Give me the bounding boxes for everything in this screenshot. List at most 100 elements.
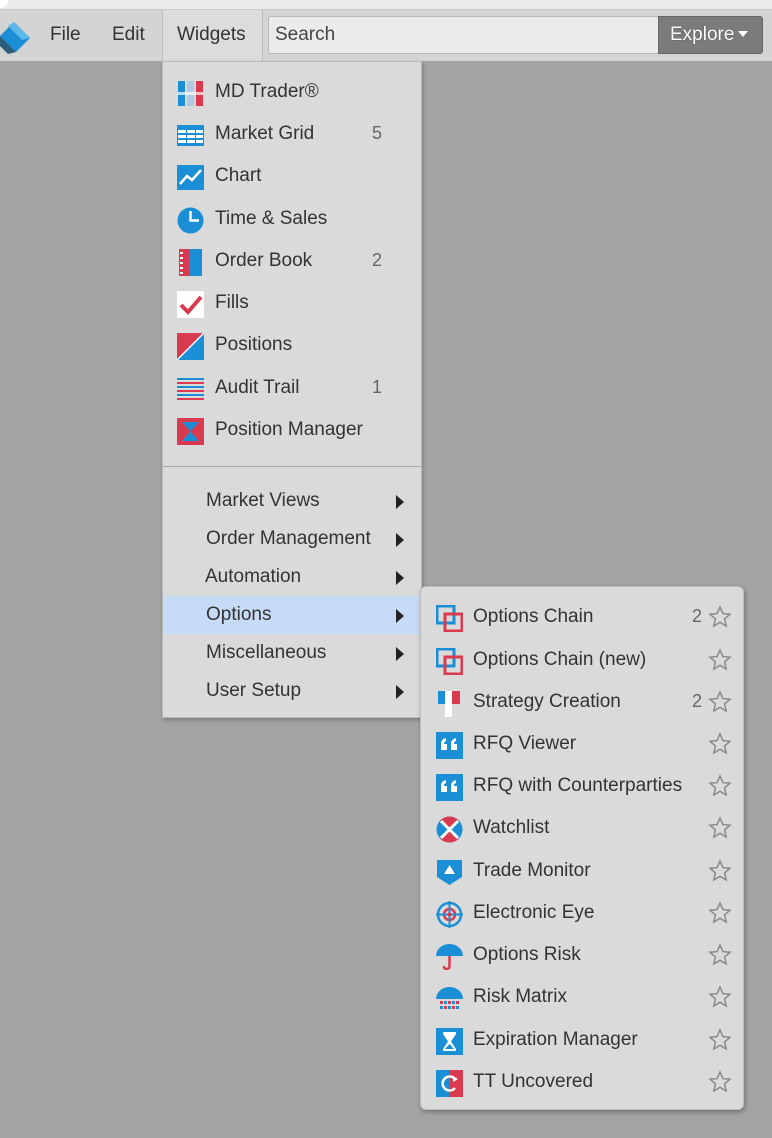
explore-button[interactable]: Explore <box>658 16 763 54</box>
risk-matrix-icon <box>436 987 463 1009</box>
submenu-label: Market Views <box>206 490 320 511</box>
widget-count: 5 <box>371 123 382 143</box>
option-label: Electronic Eye <box>473 902 595 923</box>
options-item-rfq-counterparties[interactable]: RFQ with Counterparties <box>421 766 743 808</box>
time-sales-icon <box>177 207 204 234</box>
explore-label: Explore <box>670 24 735 45</box>
market-grid-icon <box>177 125 204 146</box>
widget-label: Market Grid <box>215 123 315 144</box>
options-item-options-risk[interactable]: Options Risk <box>421 935 743 977</box>
submenu-label: Options <box>206 604 272 625</box>
widget-item-order-book[interactable]: Order Book 2 <box>163 241 421 283</box>
option-count: 2 <box>692 606 703 626</box>
widget-item-md-trader[interactable]: MD Trader® <box>163 72 421 114</box>
options-submenu: Options Chain 2 Options Chain (new) Stra… <box>420 586 744 1110</box>
star-icon[interactable] <box>708 901 732 925</box>
submenu-miscellaneous[interactable]: Miscellaneous <box>163 634 421 672</box>
options-chain-icon <box>436 605 463 632</box>
options-item-electronic-eye[interactable]: Electronic Eye <box>421 893 743 935</box>
edit-menu[interactable]: Edit <box>112 10 145 61</box>
option-label: RFQ Viewer <box>473 733 577 754</box>
widgets-dropdown: MD Trader® Market Grid 5 Chart Time & Sa… <box>162 61 422 718</box>
widget-item-time-sales[interactable]: Time & Sales <box>163 199 421 241</box>
widget-item-market-grid[interactable]: Market Grid 5 <box>163 114 421 156</box>
submenu-label: Order Management <box>206 528 371 549</box>
widget-item-chart[interactable]: Chart <box>163 156 421 198</box>
strategy-creation-icon <box>438 691 460 717</box>
window-top-strip <box>0 0 772 10</box>
widget-item-fills[interactable]: Fills <box>163 283 421 325</box>
options-chain-new-icon <box>436 648 463 675</box>
menu-divider <box>163 466 421 467</box>
widget-label: Positions <box>215 334 293 355</box>
widget-item-position-manager[interactable]: Position Manager <box>163 410 421 452</box>
option-label: RFQ with Counterparties <box>473 775 683 796</box>
chevron-right-icon <box>396 647 404 661</box>
star-icon[interactable] <box>708 985 732 1009</box>
star-icon[interactable] <box>708 648 732 672</box>
chevron-down-icon <box>738 31 749 37</box>
widget-count: 2 <box>371 250 382 270</box>
rfq-viewer-icon <box>436 732 463 759</box>
options-item-trade-monitor[interactable]: Trade Monitor <box>421 851 743 893</box>
widget-item-positions[interactable]: Positions <box>163 325 421 367</box>
star-icon[interactable] <box>708 1028 732 1052</box>
search-input[interactable]: Search <box>268 16 660 54</box>
fills-check-icon <box>177 291 204 318</box>
options-item-expiration-manager[interactable]: Expiration Manager <box>421 1020 743 1062</box>
star-icon[interactable] <box>708 690 732 714</box>
tt-logo-icon[interactable] <box>0 22 32 54</box>
submenu-order-management[interactable]: Order Management <box>163 520 421 558</box>
star-icon[interactable] <box>708 943 732 967</box>
options-item-options-chain-new[interactable]: Options Chain (new) <box>421 640 743 682</box>
option-label: Watchlist <box>473 817 550 838</box>
audit-trail-icon <box>177 378 204 400</box>
widget-label: Position Manager <box>215 419 363 440</box>
options-item-risk-matrix[interactable]: Risk Matrix <box>421 977 743 1019</box>
file-menu[interactable]: File <box>50 10 81 61</box>
order-book-icon <box>179 249 202 276</box>
option-label: Options Risk <box>473 944 581 965</box>
position-manager-icon <box>177 418 204 445</box>
widget-label: Time & Sales <box>215 208 328 229</box>
expiration-manager-icon <box>436 1028 463 1055</box>
widgets-menu[interactable]: Widgets <box>162 10 263 61</box>
options-item-watchlist[interactable]: Watchlist <box>421 808 743 850</box>
option-count: 2 <box>692 691 703 711</box>
options-item-options-chain[interactable]: Options Chain 2 <box>421 597 743 639</box>
md-trader-icon <box>178 81 203 106</box>
star-icon[interactable] <box>708 816 732 840</box>
rfq-counterparties-icon <box>436 774 463 801</box>
watchlist-icon <box>436 816 463 843</box>
chevron-right-icon <box>396 533 404 547</box>
widget-label: Audit Trail <box>215 377 300 398</box>
submenu-market-views[interactable]: Market Views <box>163 482 421 520</box>
option-label: TT Uncovered <box>473 1071 594 1092</box>
submenu-automation[interactable]: Automation <box>163 558 421 596</box>
chevron-right-icon <box>396 495 404 509</box>
widget-label: Fills <box>215 292 249 313</box>
star-icon[interactable] <box>708 859 732 883</box>
options-item-rfq-viewer[interactable]: RFQ Viewer <box>421 724 743 766</box>
star-icon[interactable] <box>708 774 732 798</box>
star-icon[interactable] <box>708 605 732 629</box>
option-label: Options Chain (new) <box>473 649 647 670</box>
widget-count: 1 <box>371 377 382 397</box>
submenu-label: Automation <box>205 566 302 587</box>
submenu-user-setup[interactable]: User Setup <box>163 672 421 710</box>
options-item-tt-uncovered[interactable]: TT Uncovered <box>421 1062 743 1104</box>
option-label: Options Chain <box>473 606 594 627</box>
widget-label: Chart <box>215 165 262 186</box>
star-icon[interactable] <box>708 732 732 756</box>
trade-monitor-icon <box>437 860 462 885</box>
electronic-eye-icon <box>436 901 463 928</box>
chart-icon <box>177 165 204 190</box>
widget-label: Order Book <box>215 250 313 271</box>
option-label: Trade Monitor <box>473 860 591 881</box>
submenu-options[interactable]: Options <box>163 596 421 634</box>
star-icon[interactable] <box>708 1070 732 1094</box>
window-corner-circle <box>0 0 8 8</box>
submenu-label: Miscellaneous <box>206 642 327 663</box>
options-item-strategy-creation[interactable]: Strategy Creation 2 <box>421 682 743 724</box>
widget-item-audit-trail[interactable]: Audit Trail 1 <box>163 368 421 410</box>
